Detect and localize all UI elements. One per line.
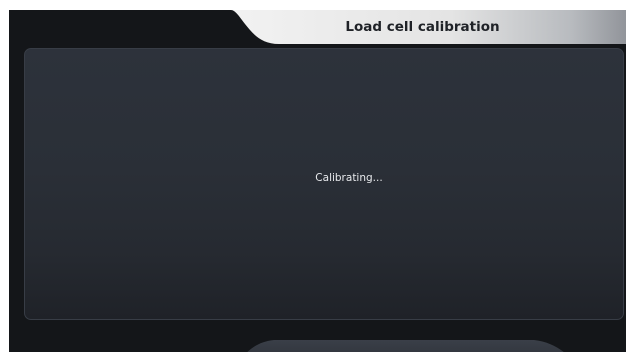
bottom-tab-shape xyxy=(247,340,564,352)
status-text: Calibrating... xyxy=(315,172,383,184)
page-title: Load cell calibration xyxy=(345,19,500,35)
main-panel: Calibrating... xyxy=(24,48,624,320)
title-tab: Load cell calibration xyxy=(231,10,626,44)
calibration-screen: Load cell calibration Calibrating... xyxy=(9,10,626,352)
bottom-action-tab[interactable] xyxy=(234,328,579,352)
